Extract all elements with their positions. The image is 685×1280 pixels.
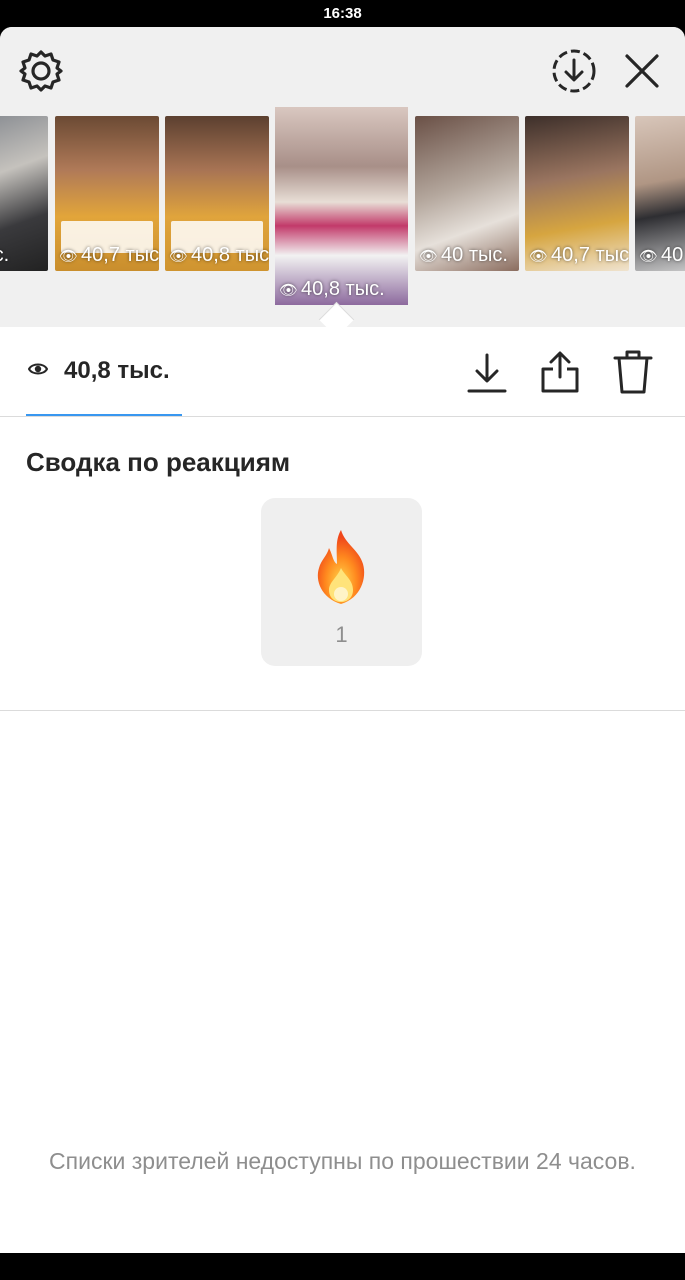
eye-icon	[28, 363, 48, 375]
story-views: 40 тыс.	[441, 244, 508, 266]
close-icon[interactable]	[623, 52, 661, 90]
reactions-summary-title: Сводка по реакциям	[26, 447, 291, 477]
story-views: 40,8 тыс.	[191, 244, 269, 266]
story-views: 40,8 тыс.	[301, 278, 385, 300]
viewers-unavailable-note: Списки зрителей недоступны по прошествии…	[49, 1148, 636, 1174]
story-views: 40	[661, 244, 684, 266]
gear-icon[interactable]	[18, 48, 64, 94]
story-thumbnail[interactable]: 👁 40,8 тыс.	[165, 116, 269, 271]
story-views: 40,7 тыс.	[551, 244, 629, 266]
reaction-count: 1	[335, 622, 348, 647]
story-thumbnail[interactable]: 👁 40,7 тыс.	[55, 116, 159, 271]
story-views: тыс.	[0, 244, 10, 266]
section-divider	[0, 710, 685, 711]
download-circle-icon[interactable]	[551, 48, 597, 94]
story-thumbnail-strip[interactable]: 👁тыс. 👁40,7 тыс. 👁40,8 тыс. 👁40,8 тыс. 👁…	[0, 107, 685, 322]
views-tab-indicator	[26, 414, 182, 416]
reaction-item[interactable]: 1	[261, 498, 422, 666]
views-count[interactable]: 40,8 тыс.	[64, 357, 170, 385]
status-bar: 16:38	[0, 0, 685, 27]
status-time: 16:38	[323, 5, 362, 22]
bottom-bar	[0, 1253, 685, 1280]
story-thumbnail[interactable]: 👁 40	[635, 116, 685, 271]
views-tab-row: 40,8 тыс.	[0, 327, 685, 417]
story-thumbnail-selected[interactable]: 👁 40,8 тыс.	[275, 107, 408, 305]
story-thumbnail[interactable]: 👁тыс.	[0, 116, 48, 271]
story-thumbnail[interactable]: 👁 40,7 тыс.	[525, 116, 629, 271]
story-thumbnail[interactable]: 👁 40 тыс.	[415, 116, 519, 271]
fire-icon	[317, 530, 365, 604]
share-icon[interactable]	[540, 350, 580, 394]
trash-icon[interactable]	[613, 349, 653, 395]
download-icon[interactable]	[467, 352, 507, 394]
story-views: 40,7 тыс.	[81, 244, 159, 266]
story-carousel-area: 👁тыс. 👁40,7 тыс. 👁40,8 тыс. 👁40,8 тыс. 👁…	[0, 27, 685, 327]
story-insights-sheet: 👁тыс. 👁40,7 тыс. 👁40,8 тыс. 👁40,8 тыс. 👁…	[0, 27, 685, 1253]
